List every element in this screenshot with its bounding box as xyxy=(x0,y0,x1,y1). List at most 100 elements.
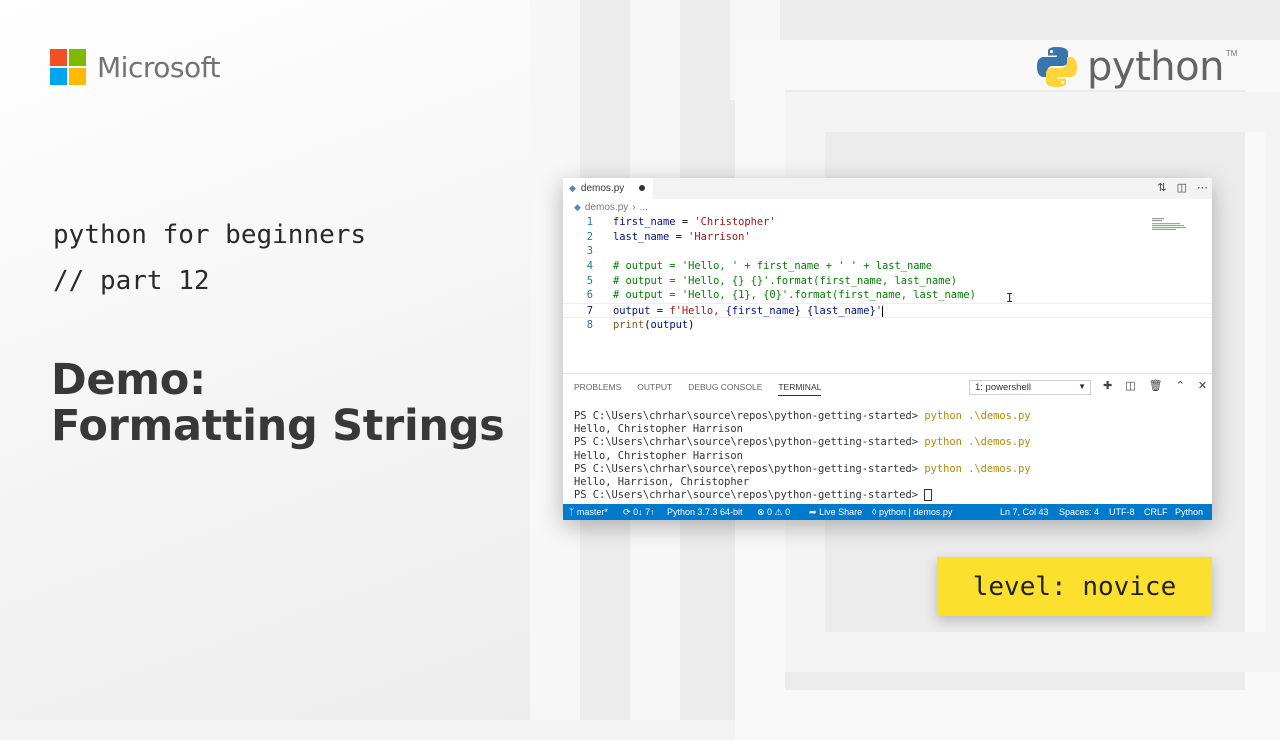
demo-title-line: Demo: xyxy=(51,355,206,405)
bottom-panel: PROBLEMS OUTPUT DEBUG CONSOLE TERMINAL 1… xyxy=(563,373,1212,520)
microsoft-logo: Microsoft xyxy=(50,49,220,85)
editor-tab-demos[interactable]: ◆ demos.py xyxy=(563,178,653,199)
code-line: 8 print(output) xyxy=(563,318,1212,333)
breadcrumb: ◆ demos.py › ... xyxy=(563,199,1212,215)
breadcrumb-separator: › xyxy=(632,201,636,213)
close-panel-icon[interactable]: ✕ xyxy=(1198,379,1207,392)
live-share-label: Live Share xyxy=(819,507,863,517)
line-number: 5 xyxy=(586,274,593,287)
code-text: # output = 'Hello, ' + first_name + ' ' … xyxy=(613,260,933,273)
code-text: # output = 'Hello, {} {}'.format(first_n… xyxy=(613,274,958,287)
logo-square xyxy=(50,49,67,66)
tab-output[interactable]: OUTPUT xyxy=(637,382,672,392)
code-line: 6 # output = 'Hello, {1}, {0}'.format(fir… xyxy=(563,288,1212,303)
terminal-prompt: PS C:\Users\chrhar\source\repos\python-g… xyxy=(574,462,925,475)
indentation[interactable]: Spaces: 4 xyxy=(1059,507,1099,517)
open-changes-icon[interactable]: ⇅ xyxy=(1157,181,1166,194)
terminal-line: PS C:\Users\chrhar\source\repos\python-g… xyxy=(574,463,1212,476)
file-context[interactable]: ◊ python | demos.py xyxy=(872,507,952,517)
maximize-panel-icon[interactable]: ⌃ xyxy=(1176,379,1185,392)
editor-tab-bar: ◆ demos.py ⇅ ◫ ⋯ xyxy=(563,178,1212,199)
code-text: first_name = 'Christopher' xyxy=(613,216,776,228)
branch-indicator[interactable]: ᛉ master* xyxy=(569,507,608,517)
terminal-command: python .\demos.py xyxy=(924,436,1031,449)
code-text: last_name = 'Harrison' xyxy=(613,230,751,243)
live-share-button[interactable]: ➦ Live Share xyxy=(809,507,862,518)
line-number: 2 xyxy=(586,230,593,243)
terminal-output-text: Hello, Christopher Harrison xyxy=(574,423,743,436)
tab-debug-console[interactable]: DEBUG CONSOLE xyxy=(688,382,762,392)
problems-indicator[interactable]: ⊗ 0 ⚠ 0 xyxy=(757,507,790,518)
terminal-command: python .\demos.py xyxy=(924,410,1031,422)
code-area[interactable]: 1 first_name = 'Christopher' 2 last_name =… xyxy=(563,215,1212,373)
sync-icon: ⟳ xyxy=(623,507,631,517)
terminal-cursor xyxy=(924,489,933,502)
editor-actions: ⇅ ◫ ⋯ xyxy=(1157,181,1208,194)
terminal-prompt: PS C:\Users\chrhar\source\repos\python-g… xyxy=(574,410,925,422)
python-file-icon: ◆ xyxy=(569,183,576,193)
ibeam-cursor-icon: I xyxy=(1006,291,1014,305)
terminal-output-text: Hello, Harrison, Christopher xyxy=(574,475,750,488)
unsaved-dot-icon[interactable] xyxy=(639,185,645,191)
file-context-label: python | demos.py xyxy=(878,507,953,517)
logo-square xyxy=(69,68,86,85)
terminal-prompt: PS C:\Users\chrhar\source\repos\python-g… xyxy=(574,436,925,449)
live-share-icon: ➦ xyxy=(809,507,817,517)
level-badge: level: novice xyxy=(937,557,1212,616)
line-number: 4 xyxy=(586,260,593,273)
line-number: 7 xyxy=(586,305,593,318)
terminal-line: PS C:\Users\chrhar\source\repos\python-g… xyxy=(574,436,1212,449)
chevron-down-icon: ▼ xyxy=(1078,382,1086,391)
new-terminal-icon[interactable]: ✚ xyxy=(1103,379,1112,392)
logo-square xyxy=(69,49,86,66)
python-logo-icon xyxy=(1037,47,1077,87)
text-cursor xyxy=(882,305,884,317)
split-editor-icon[interactable]: ◫ xyxy=(1177,181,1187,194)
panel-actions: ✚ ◫ 🗑 ⌃ ✕ xyxy=(1103,379,1207,392)
terminal-line: Hello, Harrison, Christopher xyxy=(574,476,1212,489)
terminal-select-value: 1: powershell xyxy=(975,382,1031,393)
microsoft-wordmark: Microsoft xyxy=(97,50,220,84)
more-actions-icon[interactable]: ⋯ xyxy=(1197,181,1208,194)
code-editor-window: ◆ demos.py ⇅ ◫ ⋯ ◆ demos.py › ... 1 first… xyxy=(563,178,1212,520)
terminal-line: PS C:\Users\chrhar\source\repos\python-g… xyxy=(574,489,1212,502)
code-line: 2 last_name = 'Harrison' xyxy=(563,230,1212,245)
terminal-select[interactable]: 1: powershell ▼ xyxy=(969,380,1091,395)
minimap[interactable] xyxy=(1152,218,1194,230)
tab-problems[interactable]: PROBLEMS xyxy=(574,382,621,392)
code-text: # output = 'Hello, {1}, {0}'.format(firs… xyxy=(613,289,976,302)
sync-counts: 0↓ 7↑ xyxy=(633,507,655,517)
line-number: 8 xyxy=(586,318,593,331)
python-interpreter[interactable]: Python 3.7.3 64-bit xyxy=(667,507,743,517)
tab-label: demos.py xyxy=(580,183,625,194)
line-number: 1 xyxy=(586,216,593,228)
line-number: 3 xyxy=(586,245,593,258)
code-line-current: 7 output = f'Hello, {first_name} {last_na… xyxy=(563,303,1212,318)
breadcrumb-more[interactable]: ... xyxy=(640,202,648,213)
terminal-prompt: PS C:\Users\chrhar\source\repos\python-g… xyxy=(574,489,925,502)
language-mode[interactable]: Python xyxy=(1175,507,1203,517)
tab-terminal[interactable]: TERMINAL xyxy=(778,382,822,396)
microsoft-logo-icon xyxy=(50,49,86,85)
python-logo: python TM xyxy=(1035,44,1237,90)
terminal-output-text: Hello, Christopher Harrison xyxy=(574,449,743,462)
code-text: output = f'Hello, {first_name} {last_nam… xyxy=(613,305,884,318)
terminal-command: python .\demos.py xyxy=(924,462,1031,475)
breadcrumb-file[interactable]: demos.py xyxy=(585,202,628,213)
cursor-position[interactable]: Ln 7, Col 43 xyxy=(1000,507,1049,517)
python-icon: ◊ xyxy=(872,507,877,517)
kill-terminal-icon[interactable]: 🗑 xyxy=(1149,379,1163,392)
split-terminal-icon[interactable]: ◫ xyxy=(1125,379,1135,392)
line-ending[interactable]: CRLF xyxy=(1144,507,1168,517)
status-bar: ᛉ master* ⟳ 0↓ 7↑ Python 3.7.3 64-bit ⊗ … xyxy=(563,504,1212,520)
code-line: 4 # output = 'Hello, ' + first_name + ' '… xyxy=(563,259,1212,274)
line-number: 6 xyxy=(586,289,593,302)
python-wordmark: python xyxy=(1087,44,1224,90)
trademark-mark: TM xyxy=(1225,48,1238,58)
demo-title-line: Formatting Strings xyxy=(51,401,505,451)
sync-indicator[interactable]: ⟳ 0↓ 7↑ xyxy=(623,507,655,518)
encoding[interactable]: UTF-8 xyxy=(1109,507,1135,517)
demo-title: Demo: Formatting Strings xyxy=(51,355,505,451)
terminal-output[interactable]: PS C:\Users\chrhar\source\repos\python-g… xyxy=(563,399,1212,502)
terminal-line: PS C:\Users\chrhar\source\repos\python-g… xyxy=(574,410,1212,423)
